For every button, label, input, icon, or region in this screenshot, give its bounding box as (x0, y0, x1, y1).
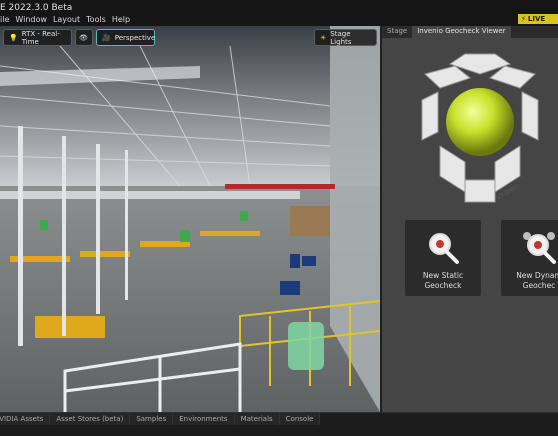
camera-button[interactable]: 🎥 Perspective (96, 29, 155, 46)
menu-layout[interactable]: Layout (53, 15, 80, 24)
new-static-geocheck-label: New Static Geocheck (422, 271, 464, 290)
bottom-tabs: NVIDIA Assets Asset Stores (beta) Sample… (0, 413, 558, 425)
geocheck-panel: Stage Invenio Geocheck Viewer VT-DMU New… (380, 26, 558, 412)
eye-icon: 👁 (79, 33, 88, 42)
menu-help[interactable]: Help (112, 15, 130, 24)
render-mode-label: RTX - Real-Time (21, 29, 60, 46)
camera-icon: 🎥 (102, 33, 111, 42)
tab-environments[interactable]: Environments (173, 413, 235, 425)
menu-window[interactable]: Window (15, 15, 47, 24)
sun-icon: ☀ (320, 33, 327, 42)
app-title: E 2022.3.0 Beta (0, 3, 73, 13)
tab-console[interactable]: Console (279, 413, 321, 425)
live-toggle[interactable]: ⚡ LIVE (518, 14, 558, 24)
new-dynamic-geocheck-button[interactable]: New Dynam Geochec (501, 220, 558, 296)
warehouse-scene (0, 26, 380, 412)
new-static-geocheck-button[interactable]: New Static Geocheck (405, 220, 481, 296)
menu-file[interactable]: File (0, 15, 9, 24)
tab-materials[interactable]: Materials (234, 413, 280, 425)
tab-geocheck-viewer[interactable]: Invenio Geocheck Viewer (412, 26, 511, 38)
viewport[interactable]: 💡 RTX - Real-Time 👁 🎥 Perspective ☀ Stag… (0, 26, 380, 412)
menu-tools[interactable]: Tools (86, 15, 106, 24)
bottom-tab-bar: NVIDIA Assets Asset Stores (beta) Sample… (0, 412, 558, 436)
camera-label: Perspective (114, 33, 156, 42)
magnifier-icon (429, 233, 459, 264)
vt-dmu-logo: VT-DMU (421, 53, 539, 203)
new-dynamic-geocheck-label: New Dynam Geochec (516, 271, 558, 290)
menu-bar: File Window Layout Tools Help (0, 15, 130, 24)
visibility-button[interactable]: 👁 (75, 29, 93, 46)
lightbulb-icon: 💡 (9, 33, 18, 42)
dynamic-magnifier-icon (523, 232, 556, 264)
live-label: LIVE (527, 15, 546, 23)
panel-tabs: Stage Invenio Geocheck Viewer (382, 26, 558, 38)
tab-samples[interactable]: Samples (130, 413, 174, 425)
render-mode-button[interactable]: 💡 RTX - Real-Time (3, 29, 72, 46)
lightning-icon: ⚡ (521, 15, 526, 23)
tab-stage[interactable]: Stage (382, 26, 412, 38)
stage-lights-label: Stage Lights (330, 29, 352, 46)
tab-nvidia-assets[interactable]: NVIDIA Assets (0, 413, 51, 425)
stage-lights-button[interactable]: ☀ Stage Lights (314, 29, 377, 46)
title-bar: E 2022.3.0 Beta File Window Layout Tools… (0, 0, 558, 26)
tab-asset-stores[interactable]: Asset Stores (beta) (50, 413, 131, 425)
